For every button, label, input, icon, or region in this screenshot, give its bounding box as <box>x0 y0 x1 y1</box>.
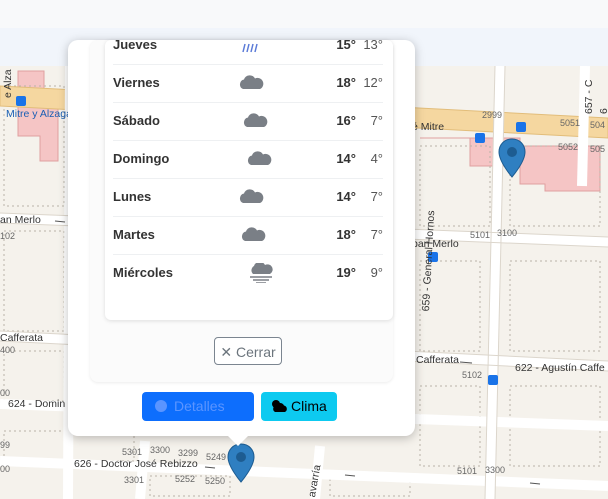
forecast-high: 18° <box>336 75 356 90</box>
clima-button[interactable]: Clima <box>261 392 337 421</box>
map-num: 2999 <box>482 110 503 120</box>
forecast-day: Lunes <box>113 189 152 204</box>
forecast-high: 14° <box>336 151 356 166</box>
map-label-rebizzo: 626 - Doctor José Rebizzo <box>74 458 198 470</box>
map-num: 5249 <box>206 452 227 462</box>
map-num: 99 <box>0 440 11 450</box>
map-num: 3299 <box>178 448 199 458</box>
forecast-row: Miércoles 19° 9° <box>113 254 383 292</box>
map-num: 5101 <box>457 466 478 476</box>
map-label-mitre-left: Mitre y Alzaga <box>6 108 72 120</box>
forecast-high: 18° <box>336 227 356 242</box>
forecast-day: Domingo <box>113 151 170 166</box>
map-num: 3100 <box>497 228 518 238</box>
map-num: 3300 <box>150 445 171 455</box>
cloud-icon <box>247 151 272 165</box>
map-num: 5301 <box>122 447 143 457</box>
details-button[interactable]: Detalles <box>142 392 254 421</box>
map-num: 00 <box>0 464 11 474</box>
map-num: 102 <box>0 231 16 241</box>
map-num: 5051 <box>560 118 581 128</box>
cloud-icon <box>239 75 264 89</box>
forecast-row: Lunes 14° 7° <box>113 178 383 217</box>
pin-icon <box>498 138 526 178</box>
forecast-day: Viernes <box>113 75 160 90</box>
cloud-sun-icon <box>272 400 287 412</box>
map-label-6: 6 <box>598 108 608 114</box>
map-num: 5252 <box>175 474 196 484</box>
close-icon: ✕ <box>220 344 233 360</box>
map-num: 00 <box>0 388 11 398</box>
map-label-mitre-right: é Mitre <box>412 121 445 133</box>
map-num: 5102 <box>462 370 483 380</box>
map-num: 505 <box>590 144 606 154</box>
close-button-label: Cerrar <box>235 344 276 360</box>
map-num: 5052 <box>558 142 579 152</box>
info-icon <box>155 400 167 412</box>
map-pin-marker[interactable] <box>498 138 526 178</box>
top-bar <box>0 0 608 29</box>
map-num: 5101 <box>470 230 491 240</box>
map-popup: Jueves 15° 13° Viernes 18° 12° Sábado 16… <box>68 40 415 436</box>
forecast-low: 12° <box>363 75 383 90</box>
map-num: 504 <box>590 120 606 130</box>
map-label-cafferata-right: Cafferata <box>416 354 459 366</box>
forecast-low: 7° <box>370 227 383 242</box>
forecast-high: 14° <box>336 189 356 204</box>
map-label-dominguez: 624 - Domin <box>8 398 66 410</box>
map-num: 3300 <box>485 465 506 475</box>
rain-icon <box>242 43 258 53</box>
map-num: 5250 <box>205 476 226 486</box>
map-num: 400 <box>0 345 16 355</box>
map-label-657: 657 - C <box>583 79 595 114</box>
close-button[interactable]: ✕ Cerrar <box>214 337 282 365</box>
forecast-day: Miércoles <box>113 265 173 280</box>
cloud-icon <box>243 113 268 127</box>
forecast-row: Jueves 15° 13° <box>113 40 383 65</box>
forecast-low: 7° <box>370 189 383 204</box>
forecast-day: Sábado <box>113 113 160 128</box>
pin-icon <box>227 443 255 483</box>
map-label-alza: e Alza <box>2 69 14 98</box>
map-label-cafferata-left: Cafferata <box>0 332 43 344</box>
forecast-low: 4° <box>370 151 383 166</box>
cloud-icon <box>241 227 266 241</box>
clima-button-label: Clima <box>291 398 327 414</box>
forecast-low: 13° <box>363 40 383 52</box>
forecast-row: Domingo 14° 4° <box>113 140 383 179</box>
forecast-day: Jueves <box>113 40 158 52</box>
cloud-icon <box>239 189 264 203</box>
forecast-low: 7° <box>370 113 383 128</box>
forecast-row: Martes 18° 7° <box>113 216 383 255</box>
forecast-high: 15° <box>336 40 356 52</box>
forecast-row: Viernes 18° 12° <box>113 64 383 103</box>
forecast-high: 19° <box>336 265 356 280</box>
forecast-high: 16° <box>336 113 356 128</box>
forecast-day: Martes <box>113 227 155 242</box>
map-label-agustin: 622 - Agustín Caffe <box>515 362 605 374</box>
forecast-low: 9° <box>370 265 383 280</box>
map-label-merlo-left: an Merlo <box>0 214 41 226</box>
details-button-label: Detalles <box>174 398 225 414</box>
map-pin-marker[interactable] <box>227 443 255 483</box>
popup-caret <box>226 434 250 446</box>
map-num: 3301 <box>124 475 145 485</box>
forecast-row: Sábado 16° 7° <box>113 102 383 141</box>
forecast-card: Jueves 15° 13° Viernes 18° 12° Sábado 16… <box>105 40 393 320</box>
fog-icon <box>250 263 273 283</box>
